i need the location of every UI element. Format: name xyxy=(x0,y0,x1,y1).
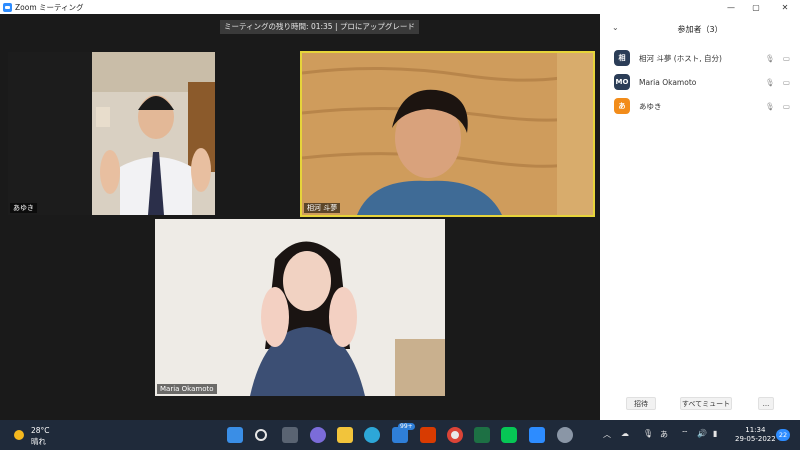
zoom-app-icon[interactable] xyxy=(529,427,545,443)
video-camera-icon[interactable]: ▭ xyxy=(783,78,790,87)
microphone-icon[interactable]: 🎙 xyxy=(765,54,775,63)
video-feed xyxy=(302,53,593,215)
teams-chat-icon[interactable] xyxy=(310,427,326,443)
weather-desc: 晴れ xyxy=(31,437,46,446)
participant-row[interactable]: あ あゆき 🎙 ▭ xyxy=(600,95,800,117)
search-icon[interactable] xyxy=(255,429,267,441)
participant-name: 相河 斗夢 (ホスト, 自分) xyxy=(639,53,722,63)
microphone-icon[interactable]: 🎙 xyxy=(643,429,653,438)
meeting-timer-banner[interactable]: ミーティングの残り時間: 01:35 | プロにアップグレード xyxy=(220,20,419,34)
taskbar: 28°C 晴れ 99+ ︿ ☁ 🎙 あ ⌔ 🔊 ▮ 11:34 29-05-20… xyxy=(0,420,800,450)
window-title: Zoom ミーティング xyxy=(15,2,84,12)
participant-row[interactable]: MO Maria Okamoto 🎙 ▭ xyxy=(600,71,800,93)
avatar: MO xyxy=(614,74,630,90)
start-icon[interactable] xyxy=(227,427,243,443)
line-icon[interactable] xyxy=(501,427,517,443)
video-feed xyxy=(155,219,445,396)
battery-icon[interactable]: ▮ xyxy=(713,429,717,438)
invite-button[interactable]: 招待 xyxy=(626,397,656,410)
ime-indicator[interactable]: あ xyxy=(660,429,668,440)
video-tile-host[interactable]: 相河 斗夢 xyxy=(300,51,595,217)
onedrive-cloud-icon[interactable]: ☁ xyxy=(621,429,629,438)
maximize-icon[interactable]: ▢ xyxy=(741,0,771,14)
participant-name-label: あゆき xyxy=(10,203,37,213)
office-icon[interactable] xyxy=(420,427,436,443)
chevron-down-icon[interactable]: ⌄ xyxy=(612,23,619,32)
notification-badge[interactable]: 22 xyxy=(776,429,790,441)
video-camera-icon[interactable]: ▭ xyxy=(783,102,790,111)
participants-title: 参加者（3） xyxy=(677,24,723,34)
system-clock[interactable]: 11:34 29-05-2022 xyxy=(735,426,776,444)
video-feed xyxy=(92,52,215,215)
more-button[interactable]: ... xyxy=(758,397,774,410)
participant-name: Maria Okamoto xyxy=(639,77,697,87)
wifi-icon[interactable]: ⌔ xyxy=(681,429,689,439)
avatar: あ xyxy=(614,98,630,114)
participants-panel: ⌄ 参加者（3） 相 相河 斗夢 (ホスト, 自分) 🎙 ▭ MO Maria … xyxy=(600,14,800,420)
clock-time: 11:34 xyxy=(745,426,766,434)
avatar: 相 xyxy=(614,50,630,66)
clock-date: 29-05-2022 xyxy=(735,435,776,443)
sun-icon xyxy=(14,430,24,440)
participant-name-label: Maria Okamoto xyxy=(157,384,217,394)
microphone-icon[interactable]: 🎙 xyxy=(765,78,775,87)
file-explorer-icon[interactable] xyxy=(337,427,353,443)
microphone-icon[interactable]: 🎙 xyxy=(765,102,775,111)
settings-icon[interactable] xyxy=(557,427,573,443)
weather-temp: 28°C xyxy=(31,426,50,435)
task-view-icon[interactable] xyxy=(282,427,298,443)
mail-badge: 99+ xyxy=(398,423,415,430)
close-icon[interactable]: ✕ xyxy=(770,0,800,14)
participant-name-label: 相河 斗夢 xyxy=(304,203,341,213)
chrome-icon[interactable] xyxy=(447,427,463,443)
edge-browser-icon[interactable] xyxy=(364,427,380,443)
excel-icon[interactable] xyxy=(474,427,490,443)
window-titlebar: Zoom ミーティング xyxy=(0,0,800,14)
zoom-logo-icon xyxy=(3,2,12,12)
participants-header: ⌄ 参加者（3） xyxy=(600,14,800,44)
participant-row[interactable]: 相 相河 斗夢 (ホスト, 自分) 🎙 ▭ xyxy=(600,47,800,69)
video-camera-icon[interactable]: ▭ xyxy=(783,54,790,63)
video-tile-ayuki[interactable]: あゆき xyxy=(8,52,215,215)
participant-name: あゆき xyxy=(639,101,662,111)
video-tile-maria[interactable]: Maria Okamoto xyxy=(155,219,445,396)
chevron-up-icon[interactable]: ︿ xyxy=(603,429,611,440)
mute-all-button[interactable]: すべてミュート xyxy=(680,397,732,410)
volume-icon[interactable]: 🔊 xyxy=(697,429,707,438)
video-gallery: ミーティングの残り時間: 01:35 | プロにアップグレード あゆき 相河 斗… xyxy=(0,14,600,420)
